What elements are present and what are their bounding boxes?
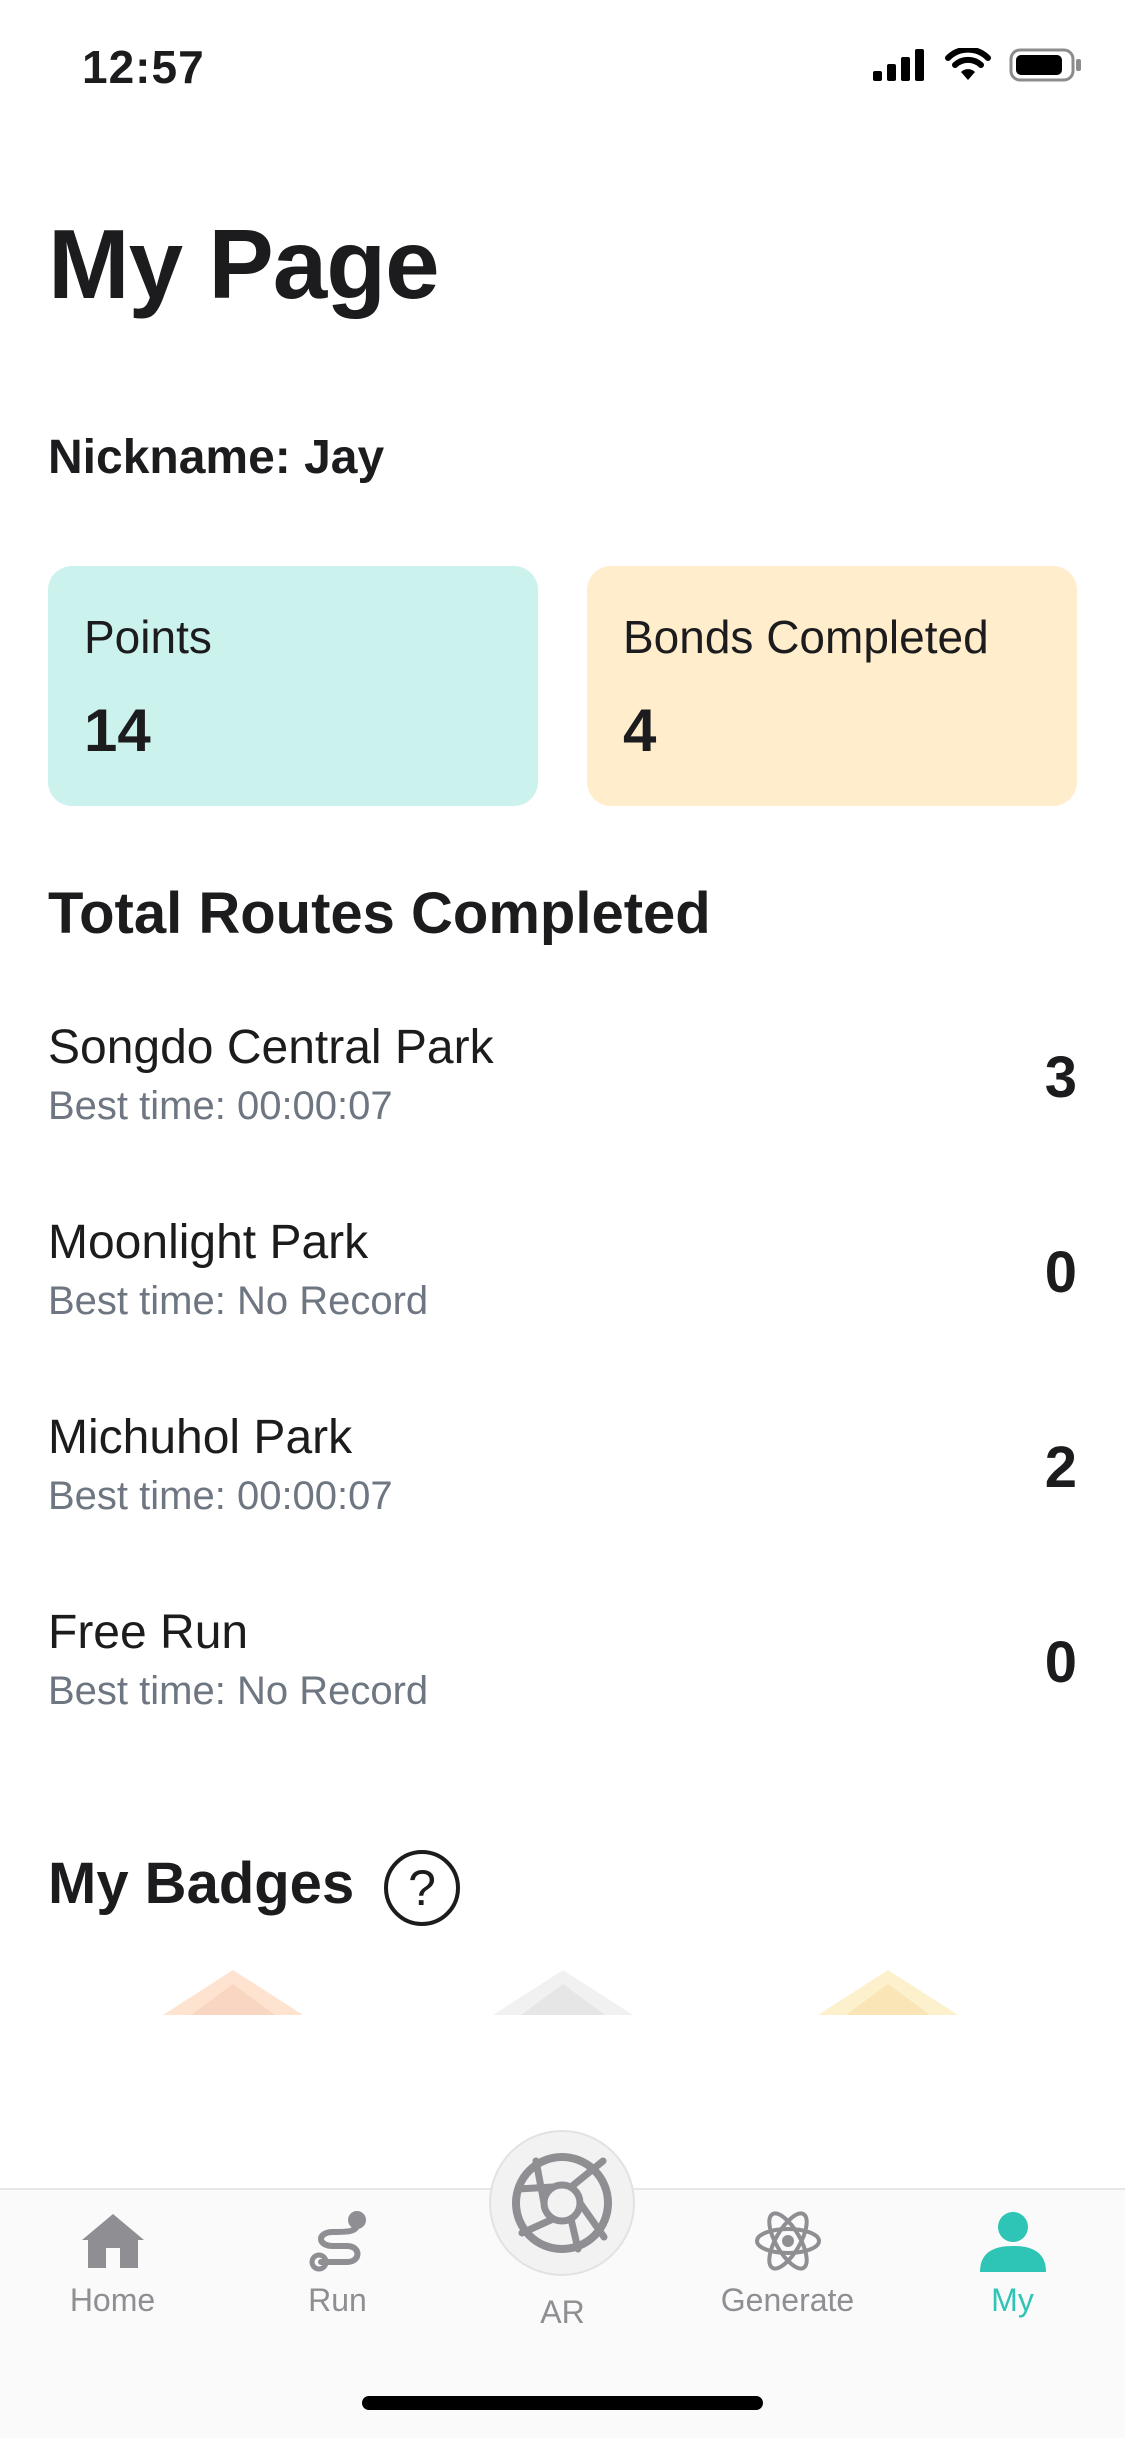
points-value: 14 [84, 697, 151, 764]
tab-run[interactable]: Run [225, 2210, 450, 2319]
tab-label: AR [540, 2294, 585, 2330]
route-count: 2 [1044, 1435, 1077, 1500]
cellular-signal-icon [873, 49, 924, 81]
person-icon [979, 2212, 1046, 2272]
route-count: 0 [1044, 1240, 1077, 1305]
home-icon [81, 2214, 144, 2268]
atom-icon [754, 2211, 821, 2271]
tab-home[interactable]: Home [0, 2210, 225, 2319]
page-title: My Page [48, 209, 440, 319]
status-time: 12:57 [82, 41, 205, 93]
tab-generate[interactable]: Generate [675, 2210, 900, 2319]
bonds-label: Bonds Completed [623, 611, 989, 663]
badge-icon[interactable] [493, 1970, 633, 2015]
camera-aperture-icon [512, 2153, 612, 2253]
nickname-label: Nickname: Jay [48, 431, 385, 484]
route-row[interactable]: Free Run Best time: No Record 0 [48, 1605, 1077, 1745]
badges-section-title: My Badges [48, 1851, 355, 1916]
points-card: Points 14 [48, 566, 538, 806]
route-best-time: Best time: No Record [48, 1279, 429, 1323]
tab-label: Home [69, 2282, 156, 2318]
route-name: Michuhol Park [48, 1411, 353, 1464]
badge-icon[interactable] [163, 1970, 303, 2015]
route-count: 0 [1044, 1630, 1077, 1695]
status-icons [873, 48, 1083, 82]
tab-my[interactable]: My [900, 2210, 1125, 2319]
wifi-icon [945, 48, 991, 80]
badges-strip [0, 1970, 1125, 2015]
route-name: Songdo Central Park [48, 1021, 494, 1074]
ar-camera-button[interactable] [489, 2130, 635, 2276]
route-name: Free Run [48, 1606, 249, 1659]
bonds-card: Bonds Completed 4 [587, 566, 1077, 806]
route-best-time: Best time: 00:00:07 [48, 1474, 393, 1518]
bonds-value: 4 [623, 697, 657, 764]
route-best-time: Best time: No Record [48, 1669, 429, 1713]
tab-label: My [991, 2282, 1034, 2318]
battery-icon [1009, 48, 1081, 82]
route-icon [309, 2211, 366, 2272]
points-label: Points [84, 611, 212, 663]
tab-label: Run [308, 2282, 367, 2318]
route-name: Moonlight Park [48, 1216, 369, 1269]
tab-label: Generate [720, 2282, 855, 2318]
route-row[interactable]: Songdo Central Park Best time: 00:00:07 … [48, 1020, 1077, 1160]
status-bar: 12:57 [0, 0, 1125, 140]
help-icon[interactable]: ? [384, 1850, 460, 1926]
home-indicator[interactable] [362, 2396, 763, 2410]
route-best-time: Best time: 00:00:07 [48, 1084, 393, 1128]
badge-icon[interactable] [818, 1970, 958, 2015]
route-row[interactable]: Moonlight Park Best time: No Record 0 [48, 1215, 1077, 1355]
route-count: 3 [1044, 1045, 1077, 1110]
routes-section-title: Total Routes Completed [48, 881, 711, 946]
route-row[interactable]: Michuhol Park Best time: 00:00:07 2 [48, 1410, 1077, 1550]
